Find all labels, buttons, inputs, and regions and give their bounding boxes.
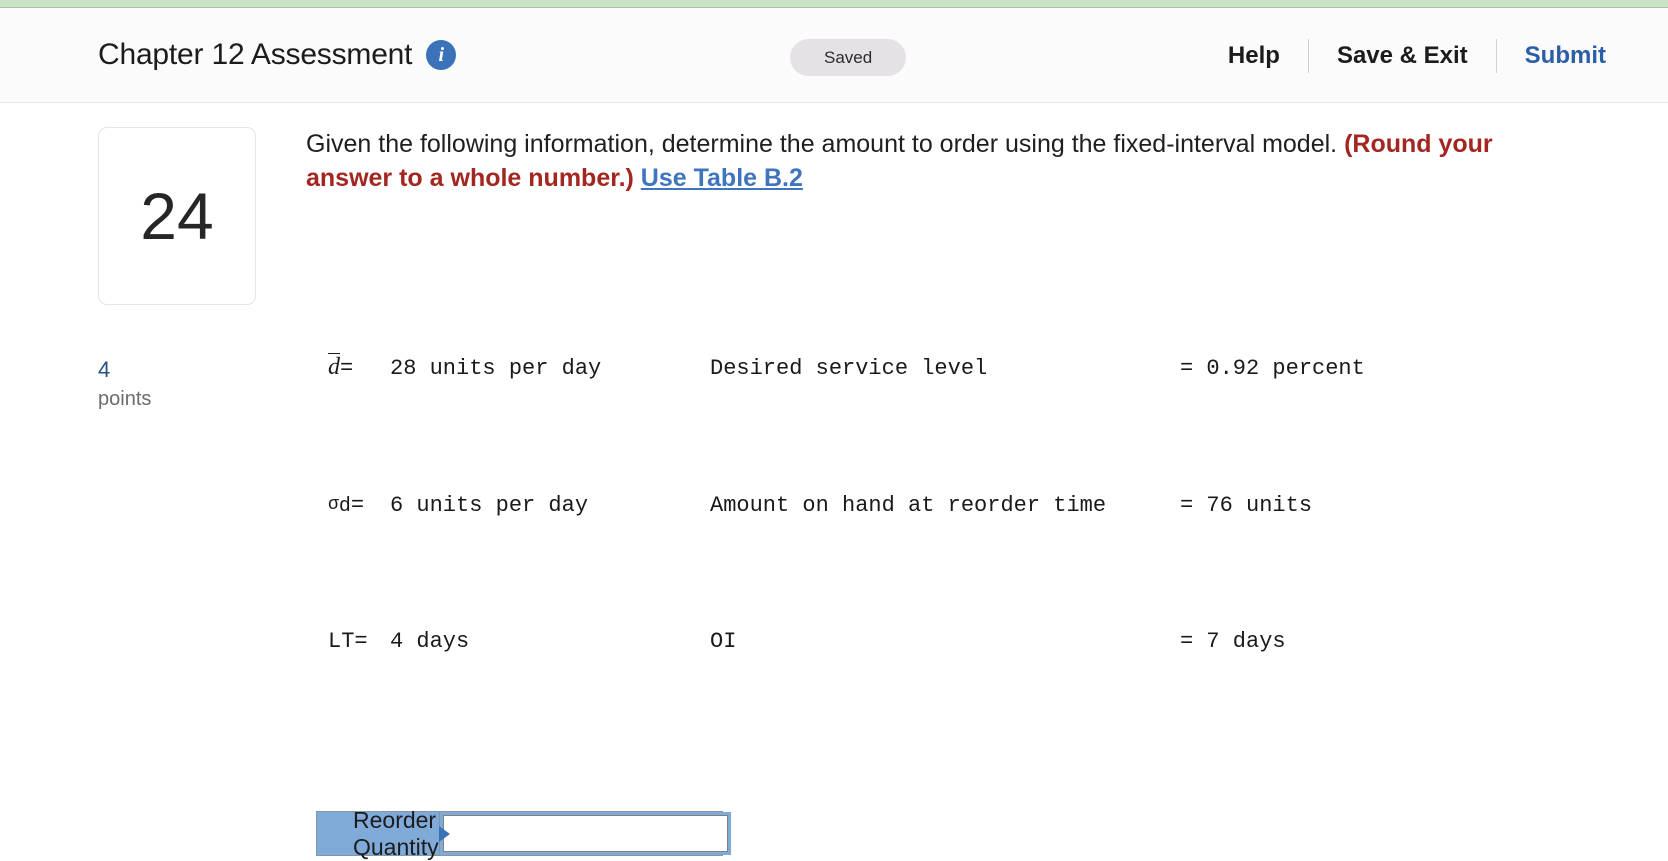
lt-glyph: LT	[328, 629, 355, 655]
given-description: Amount on hand at reorder time	[710, 492, 1107, 518]
equals-sign: =	[350, 492, 365, 518]
page-title: Chapter 12 Assessment	[98, 38, 413, 71]
points-value: 4	[98, 357, 111, 382]
given-result: = 0.92 percent	[1180, 356, 1365, 382]
given-description: OI	[710, 629, 737, 655]
question-meta-column: 24 4 points	[0, 127, 256, 856]
symbol-lead-time: LT=	[328, 625, 390, 659]
answer-label-text: Reorder Quantity	[353, 806, 439, 860]
prompt-text: Given the following information, determi…	[306, 130, 1345, 158]
equals-sign: =	[340, 356, 354, 382]
given-row: σd= 6 units per day Amount on hand at re…	[328, 489, 1608, 523]
d-bar-glyph: d	[328, 353, 340, 381]
reorder-quantity-label: Reorder Quantity	[317, 807, 450, 860]
symbol-d-bar: d=	[328, 352, 390, 386]
given-result: = 7 days	[1180, 629, 1286, 655]
top-accent-strip	[0, 0, 1668, 8]
given-result: = 76 units	[1180, 492, 1313, 518]
equals-sign: =	[354, 629, 368, 655]
header-actions: Help Save & Exit Submit	[1200, 8, 1606, 103]
arrow-right-icon	[438, 825, 450, 842]
given-row: d= 28 units per day Desired service leve…	[328, 352, 1608, 386]
assessment-header: Chapter 12 Assessment i Saved Help Save …	[0, 8, 1668, 103]
given-value: 6 units per day	[390, 492, 589, 518]
sigma-d-glyph: σd	[328, 494, 351, 518]
given-value: 4 days	[390, 629, 470, 655]
question-number: 24	[140, 179, 214, 253]
header-left-group: Chapter 12 Assessment i	[98, 38, 457, 72]
save-and-exit-button[interactable]: Save & Exit	[1309, 42, 1496, 70]
help-button[interactable]: Help	[1200, 42, 1308, 70]
symbol-sigma-d: σd=	[328, 489, 390, 523]
submit-button[interactable]: Submit	[1497, 42, 1606, 70]
question-content: 24 4 points Given the following informat…	[0, 103, 1668, 860]
answer-input-container	[439, 812, 731, 856]
question-body: Given the following information, determi…	[210, 127, 1668, 860]
question-prompt: Given the following information, determi…	[306, 127, 1496, 195]
given-data-block: d= 28 units per day Desired service leve…	[328, 250, 1608, 761]
answer-entry-row: Reorder Quantity	[316, 807, 731, 860]
given-row: LT= 4 days OI = 7 days	[328, 625, 1608, 659]
reorder-quantity-input[interactable]	[442, 815, 728, 853]
use-table-link[interactable]: Use Table B.2	[641, 164, 803, 192]
points-label: points	[98, 388, 152, 411]
given-value: 28 units per day	[390, 356, 602, 382]
given-description: Desired service level	[710, 356, 988, 382]
status-badge: Saved	[790, 39, 907, 76]
info-icon[interactable]: i	[426, 40, 457, 70]
